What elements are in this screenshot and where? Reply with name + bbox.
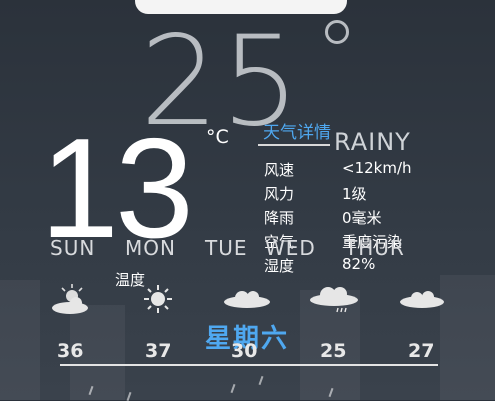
detail-label: 风力 [264, 185, 295, 203]
temperature-unit: °C [206, 126, 229, 148]
temperature-label: 温度 [115, 271, 146, 289]
high-temp-sun: 36 [57, 340, 84, 362]
detail-row-wind-speed: 风速 <12km/h [264, 159, 412, 180]
detail-label: 风速 [264, 161, 295, 179]
weather-details-underline [258, 144, 330, 146]
detail-value: 0毫米 [342, 209, 382, 227]
rain-streak [230, 383, 236, 394]
detail-label: 降雨 [264, 209, 295, 227]
high-temp-thur: 27 [408, 340, 435, 362]
weather-condition: RAINY [334, 128, 411, 156]
degree-symbol [325, 20, 349, 44]
weather-details-title[interactable]: 天气详情 [263, 118, 331, 143]
cloud-icon [224, 291, 270, 308]
detail-row-wind-force: 风力 1级 [264, 183, 367, 204]
sun-behind-cloud-icon [52, 284, 88, 314]
detail-row-rainfall: 降雨 0毫米 [264, 207, 382, 228]
high-temp-tue: 30 [231, 340, 258, 362]
day-tue[interactable]: TUE [205, 236, 248, 260]
day-wed[interactable]: WED [265, 236, 316, 260]
high-temp-mon: 37 [145, 340, 172, 362]
sun-icon [144, 285, 172, 313]
day-sun[interactable]: SUN [50, 236, 95, 260]
day-mon[interactable]: MON [125, 236, 176, 260]
detail-value: 1级 [342, 185, 367, 203]
high-temp-wed: 25 [320, 340, 347, 362]
day-thur[interactable]: THUR [345, 236, 405, 260]
cloud-icon [400, 291, 444, 308]
rain-streak [258, 375, 264, 386]
rain-cloud-icon [310, 287, 358, 313]
background-building [440, 275, 495, 400]
forecast-divider [60, 364, 438, 366]
detail-value: <12km/h [342, 159, 412, 177]
background-building [0, 280, 40, 400]
